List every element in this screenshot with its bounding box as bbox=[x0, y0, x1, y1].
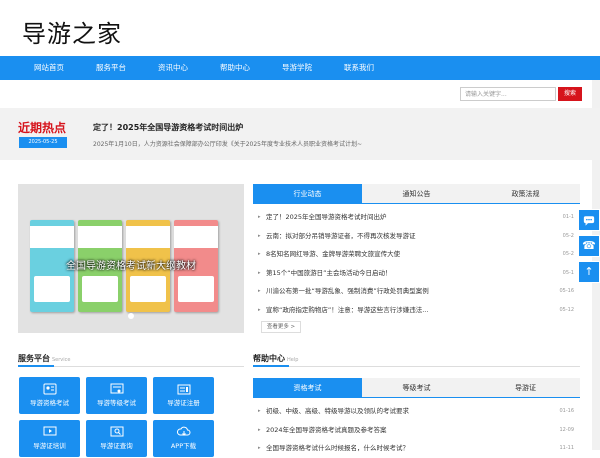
query-icon bbox=[110, 426, 123, 437]
help-title: 帮助中心 bbox=[253, 354, 285, 363]
search-input[interactable]: 请输入关键字... bbox=[460, 87, 556, 101]
header: 导游之家 bbox=[0, 0, 600, 56]
phone-icon: ☎ bbox=[582, 239, 596, 252]
carousel-dots bbox=[18, 304, 244, 323]
hot-date-badge: 2025-05-25 bbox=[19, 137, 67, 148]
certificate-icon bbox=[110, 383, 123, 394]
news-item[interactable]: 第15个“中国旅游日”主会场活动今日启动！ 05-1 bbox=[258, 264, 578, 283]
tab-guide-license[interactable]: 导游证 bbox=[471, 378, 580, 397]
training-icon bbox=[43, 426, 56, 436]
service-training-button[interactable]: 导游证培训 bbox=[19, 420, 80, 457]
help-item-title: 2024年全国导游资格考试真题及参考答案 bbox=[266, 425, 387, 434]
news-title: 第15个“中国旅游日”主会场活动今日启动！ bbox=[266, 268, 392, 277]
news-date: 05-12 bbox=[559, 306, 574, 313]
service-label: 导游证查询 bbox=[100, 442, 133, 450]
tab-qualification-exam[interactable]: 资格考试 bbox=[253, 378, 362, 397]
news-item[interactable]: 云南：拟对部分吊销导游证者，不得再次核发导游证 05-2 bbox=[258, 227, 578, 246]
search-button[interactable]: 搜索 bbox=[558, 87, 582, 101]
hot-headline[interactable]: 定了！2025年全国导游资格考试时间出炉 bbox=[93, 122, 243, 133]
service-label: APP下载 bbox=[170, 442, 197, 450]
view-more-button[interactable]: 查看更多 > bbox=[261, 321, 301, 333]
news-title: 宣称“政府指定购物店”！注意：导游这些言行涉嫌违法... bbox=[266, 305, 429, 314]
nav-item-news[interactable]: 资讯中心 bbox=[142, 56, 204, 80]
help-item-date: 12-09 bbox=[559, 426, 574, 433]
divider bbox=[253, 366, 580, 367]
news-date: 05-16 bbox=[559, 288, 574, 294]
news-date: 01-1 bbox=[562, 214, 574, 220]
service-title: 服务平台 bbox=[18, 354, 50, 363]
help-tabs: 资格考试 等级考试 导游证 bbox=[253, 378, 580, 398]
news-title: 定了！2025年全国导游资格考试时间出炉 bbox=[266, 213, 387, 221]
news-item[interactable]: 8名知名网红导游、金牌导游荣聘文旅宣传大使 05-2 bbox=[258, 245, 578, 264]
service-level-exam-button[interactable]: 导游等级考试 bbox=[86, 377, 147, 414]
news-date: 05-1 bbox=[562, 269, 574, 276]
news-item[interactable]: 川渝公布第一批“导游乱象、强制消费”行政处罚典型案例 05-16 bbox=[258, 282, 578, 301]
service-label: 导游证注册 bbox=[167, 399, 200, 407]
site-logo[interactable]: 导游之家 bbox=[22, 20, 122, 48]
phone-button[interactable]: ☎ bbox=[578, 235, 600, 257]
register-icon bbox=[177, 384, 190, 395]
news-list: 定了！2025年全国导游资格考试时间出炉 01-1 云南：拟对部分吊销导游证者，不… bbox=[258, 208, 578, 319]
news-title: 云南：拟对部分吊销导游证者，不得再次核发导游证 bbox=[266, 231, 416, 240]
chat-icon bbox=[583, 216, 595, 226]
tab-level-exam[interactable]: 等级考试 bbox=[362, 378, 471, 397]
section-underline bbox=[253, 365, 289, 367]
service-subtitle: Service bbox=[52, 357, 71, 363]
news-title: 8名知名网红导游、金牌导游荣聘文旅宣传大使 bbox=[266, 250, 401, 258]
help-list: 初级、中级、高级、特级导游以及领队的考试要求 01-16 2024年全国导游资格考… bbox=[258, 402, 578, 458]
tab-announcements[interactable]: 通知公告 bbox=[362, 184, 471, 203]
nav-item-service[interactable]: 服务平台 bbox=[80, 56, 142, 80]
service-label: 导游资格考试 bbox=[30, 399, 69, 407]
tab-policies[interactable]: 政策法规 bbox=[471, 184, 580, 203]
back-to-top-icon: ↑ bbox=[584, 265, 594, 278]
nav-item-home[interactable]: 网站首页 bbox=[18, 56, 80, 80]
service-app-download-button[interactable]: APP下载 bbox=[153, 420, 214, 457]
banner-carousel[interactable]: 全国导游资格考试新大纲教材 bbox=[18, 184, 244, 333]
service-label: 导游等级考试 bbox=[97, 399, 136, 407]
back-to-top-button[interactable]: ↑ bbox=[578, 261, 600, 283]
help-item[interactable]: 2024年全国导游资格考试真题及参考答案 12-09 bbox=[258, 421, 578, 440]
id-card-icon bbox=[43, 383, 56, 395]
help-item-date: 01-16 bbox=[559, 408, 574, 414]
news-tabs: 行业动态 通知公告 政策法规 bbox=[253, 184, 580, 204]
news-date: 05-2 bbox=[562, 251, 574, 257]
news-item[interactable]: 宣称“政府指定购物店”！注意：导游这些言行涉嫌违法... 05-12 bbox=[258, 301, 578, 320]
help-item[interactable]: 全国导游资格考试什么时候报名，什么时候考试？ 11-11 bbox=[258, 439, 578, 458]
help-item[interactable]: 初级、中级、高级、特级导游以及领队的考试要求 01-16 bbox=[258, 402, 578, 421]
section-underline bbox=[18, 365, 54, 367]
service-exam-button[interactable]: 导游资格考试 bbox=[19, 377, 80, 414]
nav-item-help[interactable]: 帮助中心 bbox=[204, 56, 266, 80]
cloud-download-icon bbox=[176, 426, 190, 436]
carousel-dot[interactable] bbox=[128, 313, 134, 319]
help-item-date: 11-11 bbox=[559, 445, 574, 451]
help-item-title: 全国导游资格考试什么时候报名，什么时候考试？ bbox=[266, 444, 409, 452]
help-subtitle: Help bbox=[287, 357, 299, 363]
chat-button[interactable] bbox=[578, 209, 600, 231]
help-section-title: 帮助中心 Help bbox=[253, 353, 298, 364]
nav-item-contact[interactable]: 联系我们 bbox=[328, 56, 390, 80]
hot-description: 2025年1月10日，人力资源社会保障部办公厅印发《关于2025年度专业技术人员… bbox=[93, 141, 363, 148]
help-item-title: 初级、中级、高级、特级导游以及领队的考试要求 bbox=[266, 407, 409, 415]
hot-news-bar: 近期热点 2025-05-25 定了！2025年全国导游资格考试时间出炉 202… bbox=[0, 108, 600, 160]
service-section-title: 服务平台 Service bbox=[18, 353, 70, 364]
tab-industry-news[interactable]: 行业动态 bbox=[253, 184, 362, 203]
service-label: 导游证培训 bbox=[33, 442, 66, 450]
news-item[interactable]: 定了！2025年全国导游资格考试时间出炉 01-1 bbox=[258, 208, 578, 227]
main-nav: 网站首页 服务平台 资讯中心 帮助中心 导游学院 联系我们 bbox=[0, 56, 600, 80]
news-title: 川渝公布第一批“导游乱象、强制消费”行政处罚典型案例 bbox=[266, 287, 429, 295]
news-date: 05-2 bbox=[562, 232, 574, 239]
hot-title: 近期热点 bbox=[18, 121, 67, 135]
service-query-button[interactable]: 导游证查询 bbox=[86, 420, 147, 457]
nav-item-academy[interactable]: 导游学院 bbox=[266, 56, 328, 80]
service-register-button[interactable]: 导游证注册 bbox=[153, 377, 214, 414]
banner-caption: 全国导游资格考试新大纲教材 bbox=[66, 261, 196, 272]
